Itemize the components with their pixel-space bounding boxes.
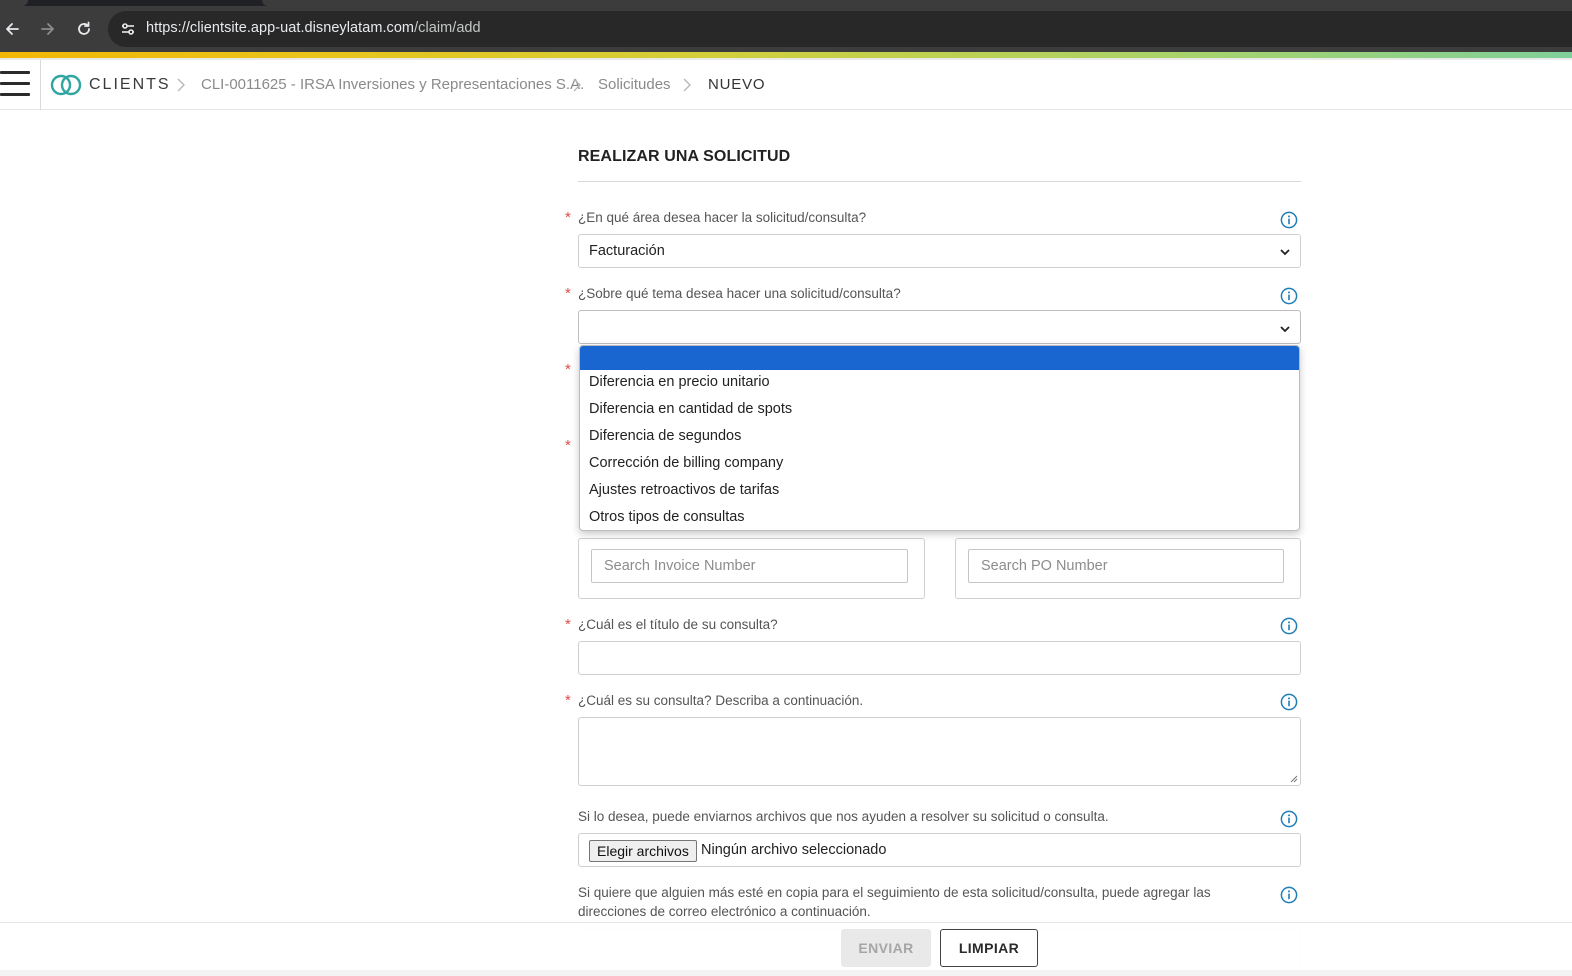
address-bar[interactable]: https://clientsite.app-uat.disneylatam.c…: [108, 11, 1572, 47]
po-search-input[interactable]: Search PO Number: [968, 549, 1284, 583]
topic-label: ¿Sobre qué tema desea hacer una solicitu…: [578, 286, 901, 301]
header-divider: [40, 60, 41, 110]
clear-button[interactable]: LIMPIAR: [940, 929, 1038, 967]
dropdown-option[interactable]: Diferencia en cantidad de spots: [580, 397, 1299, 424]
back-icon[interactable]: [0, 17, 24, 41]
po-search-placeholder: Search PO Number: [981, 558, 1108, 574]
required-mark: *: [565, 285, 571, 302]
choose-files-button[interactable]: Elegir archivos: [589, 840, 697, 862]
option-label: Otros tipos de consultas: [589, 509, 745, 525]
info-icon[interactable]: [1280, 287, 1298, 305]
clients-logo-icon[interactable]: [50, 74, 82, 96]
area-select-value: Facturación: [589, 243, 665, 259]
menu-icon[interactable]: [0, 71, 30, 97]
topic-select[interactable]: [578, 310, 1301, 344]
forward-icon[interactable]: [36, 17, 60, 41]
subject-input[interactable]: [578, 641, 1301, 675]
resize-handle-icon[interactable]: [1288, 773, 1298, 783]
required-mark: *: [565, 616, 571, 633]
send-button[interactable]: ENVIAR: [841, 929, 931, 967]
info-icon[interactable]: [1280, 810, 1298, 828]
chevron-right-icon: [573, 78, 581, 92]
area-label: ¿En qué área desea hacer la solicitud/co…: [578, 210, 867, 225]
description-label: ¿Cuál es su consulta? Describa a continu…: [578, 693, 864, 708]
required-mark: *: [565, 361, 571, 378]
dropdown-option[interactable]: Diferencia de segundos: [580, 424, 1299, 451]
dropdown-option[interactable]: Ajustes retroactivos de tarifas: [580, 478, 1299, 505]
option-label: Diferencia en precio unitario: [589, 374, 770, 390]
chevron-down-icon: [1280, 326, 1290, 333]
info-icon[interactable]: [1280, 617, 1298, 635]
form-title: REALIZAR UNA SOLICITUD: [578, 148, 791, 165]
required-mark: *: [565, 692, 571, 709]
reload-icon[interactable]: [72, 17, 96, 41]
option-label: Diferencia de segundos: [589, 428, 742, 444]
cc-label: Si quiere que alguien más esté en copia …: [578, 885, 1211, 919]
info-icon[interactable]: [1280, 211, 1298, 229]
invoice-search-placeholder: Search Invoice Number: [604, 558, 756, 574]
app-header: CLIENTS CLI-0011625 - IRSA Inversiones y…: [0, 60, 1572, 110]
file-upload-field: Elegir archivos Ningún archivo seleccion…: [578, 833, 1301, 867]
dropdown-option[interactable]: Otros tipos de consultas: [580, 505, 1299, 530]
file-status: Ningún archivo seleccionado: [701, 842, 887, 858]
required-mark: *: [565, 437, 571, 454]
info-icon[interactable]: [1280, 886, 1298, 904]
dropdown-option-empty[interactable]: [580, 346, 1299, 370]
browser-toolbar: https://clientsite.app-uat.disneylatam.c…: [0, 6, 1572, 52]
chevron-right-icon: [177, 78, 185, 92]
attachments-label: Si lo desea, puede enviarnos archivos qu…: [578, 809, 1109, 824]
subject-label: ¿Cuál es el título de su consulta?: [578, 617, 778, 632]
site-settings-icon[interactable]: [118, 19, 138, 39]
dropdown-option[interactable]: Diferencia en precio unitario: [580, 370, 1299, 397]
po-search-panel: Search PO Number: [955, 538, 1301, 599]
chevron-down-icon: [1280, 249, 1290, 256]
url-host: https://clientsite.app-uat.disneylatam.c…: [146, 20, 415, 36]
breadcrumb-current: NUEVO: [708, 76, 766, 93]
chevron-right-icon: [683, 78, 691, 92]
breadcrumb-solicitudes[interactable]: Solicitudes: [598, 76, 671, 93]
option-label: Ajustes retroactivos de tarifas: [589, 482, 780, 498]
breadcrumb-client[interactable]: CLI-0011625 - IRSA Inversiones y Represe…: [201, 76, 584, 93]
info-icon[interactable]: [1280, 693, 1298, 711]
option-label: Corrección de billing company: [589, 455, 784, 471]
description-textarea[interactable]: [578, 717, 1301, 786]
invoice-search-input[interactable]: Search Invoice Number: [591, 549, 908, 583]
address-url[interactable]: https://clientsite.app-uat.disneylatam.c…: [146, 20, 481, 36]
window-bottom-edge: [0, 970, 1572, 976]
title-divider: [578, 181, 1301, 182]
brand-name[interactable]: CLIENTS: [89, 76, 171, 94]
area-select[interactable]: Facturación: [578, 234, 1301, 268]
invoice-search-panel: Search Invoice Number: [578, 538, 925, 599]
url-path: /claim/add: [414, 20, 481, 36]
topic-dropdown-list: Diferencia en precio unitario Diferencia…: [579, 345, 1300, 531]
dropdown-option[interactable]: Corrección de billing company: [580, 451, 1299, 478]
form-actions-bar: ENVIAR LIMPIAR: [0, 922, 1572, 976]
required-mark: *: [565, 209, 571, 226]
option-label: Diferencia en cantidad de spots: [589, 401, 793, 417]
